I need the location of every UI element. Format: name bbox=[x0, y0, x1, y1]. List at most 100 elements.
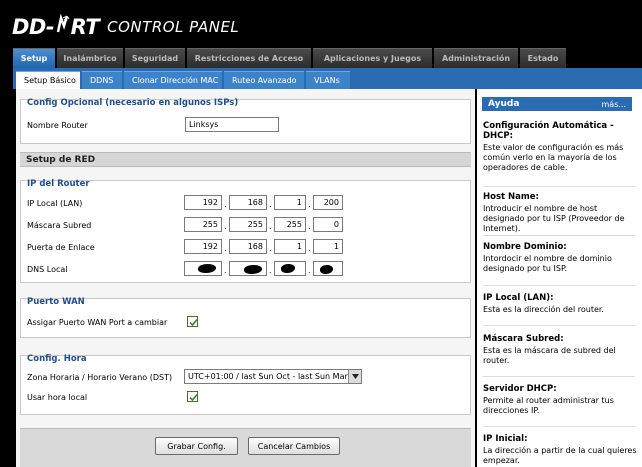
tab-setup[interactable]: Setup bbox=[13, 48, 55, 68]
content-panel: Config Opcional (necesario en algunos IS… bbox=[16, 89, 475, 467]
router-name-input[interactable]: Linksys bbox=[185, 117, 279, 132]
assign-wan-label: Assigar Puerto WAN Port a cambiar bbox=[27, 317, 168, 327]
subnet-dot-1: . bbox=[224, 222, 227, 231]
help-item: Configuración Automática - DHCP: Este va… bbox=[483, 121, 637, 173]
timezone-select[interactable]: UTC+01:00 / last Sun Oct - last Sun Mar bbox=[184, 369, 362, 384]
time-config-fieldset: Config. Hora Zona Horaria / Horario Vera… bbox=[20, 354, 471, 415]
dns-dot-3: . bbox=[308, 266, 311, 275]
cancel-button[interactable]: Cancelar Cambios bbox=[248, 437, 340, 455]
help-panel: Ayuda más... Configuración Automática - … bbox=[477, 89, 642, 467]
gateway-octet-1[interactable]: 192 bbox=[184, 239, 222, 254]
help-item: Host Name: Introducir el nombre de host … bbox=[483, 192, 637, 234]
subnet-octet-1[interactable]: 255 bbox=[184, 217, 222, 232]
dns-octet-2[interactable] bbox=[229, 261, 267, 276]
main-tabs: Setup Inalámbrico Seguridad Restriccione… bbox=[13, 48, 566, 68]
subtab-mac-clone[interactable]: Clonar Dirección MAC bbox=[124, 71, 222, 89]
subnet-octet-2[interactable]: 255 bbox=[229, 217, 267, 232]
local-ip-octet-1[interactable]: 192 bbox=[184, 195, 222, 210]
network-setup-header: Setup de RED bbox=[20, 152, 471, 167]
help-item-title: Máscara Subred: bbox=[483, 334, 564, 344]
router-ip-fieldset: IP del Router IP Local (LAN) 192 . 168 .… bbox=[20, 179, 471, 283]
tab-access-restrictions[interactable]: Restricciones de Acceso bbox=[187, 48, 311, 68]
local-ip-dot-3: . bbox=[308, 200, 311, 209]
help-item-desc: Intordocir el nombre de dominio designad… bbox=[483, 254, 612, 273]
dns-dot-1: . bbox=[224, 266, 227, 275]
dns-label: DNS Local bbox=[27, 264, 68, 274]
dns-octet-3[interactable] bbox=[274, 261, 306, 276]
page: DD - RT CONTROL PANEL Setup Inalámbrico … bbox=[0, 0, 642, 467]
help-item-desc: Este valor de configuración es más común… bbox=[483, 143, 624, 172]
help-item-desc: Introducir el nombre de host designado p… bbox=[483, 204, 625, 233]
optional-config-fieldset: Config Opcional (necesario en algunos IS… bbox=[20, 98, 471, 144]
subtab-ddns[interactable]: DDNS bbox=[82, 71, 122, 89]
redacted-mark bbox=[244, 265, 262, 274]
timezone-label: Zona Horaria / Horario Verano (DST) bbox=[27, 372, 173, 382]
wan-port-legend: Puerto WAN bbox=[27, 297, 85, 307]
header: DD - RT CONTROL PANEL bbox=[0, 0, 642, 46]
redacted-mark bbox=[281, 264, 295, 273]
help-divider bbox=[483, 426, 635, 427]
subtab-vlans[interactable]: VLANs bbox=[306, 71, 350, 89]
subtab-advanced-routing[interactable]: Ruteo Avanzado bbox=[224, 71, 304, 89]
local-ip-dot-1: . bbox=[224, 200, 227, 209]
use-local-time-checkbox[interactable] bbox=[187, 391, 198, 402]
local-ip-octet-2[interactable]: 168 bbox=[229, 195, 267, 210]
help-item-title: Servidor DHCP: bbox=[483, 384, 557, 394]
help-divider bbox=[483, 186, 635, 187]
logo-dd: DD bbox=[12, 15, 46, 39]
help-item: Máscara Subred: Esta es la máscara de su… bbox=[483, 334, 637, 366]
help-item-desc: Esta es la dirección del router. bbox=[483, 305, 604, 314]
subnet-dot-2: . bbox=[269, 222, 272, 231]
save-button[interactable]: Grabar Config. bbox=[155, 437, 238, 455]
local-ip-octet-3[interactable]: 1 bbox=[274, 195, 306, 210]
help-item-title: Host Name: bbox=[483, 192, 539, 202]
dns-octet-1[interactable] bbox=[184, 261, 222, 276]
button-bar: Grabar Config. Cancelar Cambios bbox=[20, 428, 471, 467]
local-ip-dot-2: . bbox=[269, 200, 272, 209]
tab-security[interactable]: Seguridad bbox=[125, 48, 185, 68]
help-item-desc: La dirección a partir de la cual quieres… bbox=[483, 446, 637, 465]
sub-tabs: Setup Básico DDNS Clonar Dirección MAC R… bbox=[16, 71, 350, 89]
chevron-down-icon bbox=[348, 370, 361, 383]
tab-wireless[interactable]: Inalámbrico bbox=[57, 48, 123, 68]
wifi-wave-icon bbox=[56, 13, 70, 34]
gateway-octet-2[interactable]: 168 bbox=[229, 239, 267, 254]
tab-status[interactable]: Estado bbox=[520, 48, 566, 68]
gateway-octet-3[interactable]: 1 bbox=[274, 239, 306, 254]
use-local-time-label: Usar hora local bbox=[27, 392, 88, 402]
local-ip-octet-4[interactable]: 200 bbox=[313, 195, 343, 210]
gateway-dot-3: . bbox=[308, 244, 311, 253]
help-item-title: IP Local (LAN): bbox=[483, 293, 554, 303]
time-config-legend: Config. Hora bbox=[27, 354, 87, 364]
subtab-basic-setup[interactable]: Setup Básico bbox=[16, 71, 80, 89]
tab-administration[interactable]: Administración bbox=[434, 48, 518, 68]
help-item-desc: Permite al router administrar tus direcc… bbox=[483, 396, 614, 415]
help-item: Servidor DHCP: Permite al router adminis… bbox=[483, 384, 637, 416]
subnet-octet-4[interactable]: 0 bbox=[313, 217, 343, 232]
dns-octet-4[interactable] bbox=[313, 261, 343, 276]
help-item: IP Inicial: La dirección a partir de la … bbox=[483, 434, 637, 466]
logo: DD - RT CONTROL PANEL bbox=[12, 13, 240, 39]
local-ip-label: IP Local (LAN) bbox=[27, 198, 83, 208]
help-item: Nombre Dominio: Intordocir el nombre de … bbox=[483, 242, 637, 274]
timezone-value: UTC+01:00 / last Sun Oct - last Sun Mar bbox=[188, 372, 348, 381]
help-more-link[interactable]: más... bbox=[602, 100, 627, 109]
check-icon bbox=[189, 318, 198, 327]
help-item-title: Nombre Dominio: bbox=[483, 242, 567, 252]
tab-applications-games[interactable]: Aplicaciones y Juegos bbox=[313, 48, 432, 68]
check-icon bbox=[189, 393, 198, 402]
help-divider bbox=[483, 235, 635, 236]
assign-wan-checkbox[interactable] bbox=[187, 316, 198, 327]
gateway-dot-2: . bbox=[269, 244, 272, 253]
gateway-octet-4[interactable]: 1 bbox=[313, 239, 343, 254]
help-item: IP Local (LAN): Esta es la dirección del… bbox=[483, 293, 637, 315]
subnet-octet-3[interactable]: 255 bbox=[274, 217, 306, 232]
redacted-mark bbox=[320, 265, 333, 274]
help-divider bbox=[483, 325, 635, 326]
gateway-dot-1: . bbox=[224, 244, 227, 253]
help-item-title: IP Inicial: bbox=[483, 434, 528, 444]
gateway-label: Puerta de Enlace bbox=[27, 242, 95, 252]
help-divider bbox=[483, 376, 635, 377]
router-name-label: Nombre Router bbox=[27, 120, 88, 130]
help-title: Ayuda bbox=[488, 99, 520, 109]
